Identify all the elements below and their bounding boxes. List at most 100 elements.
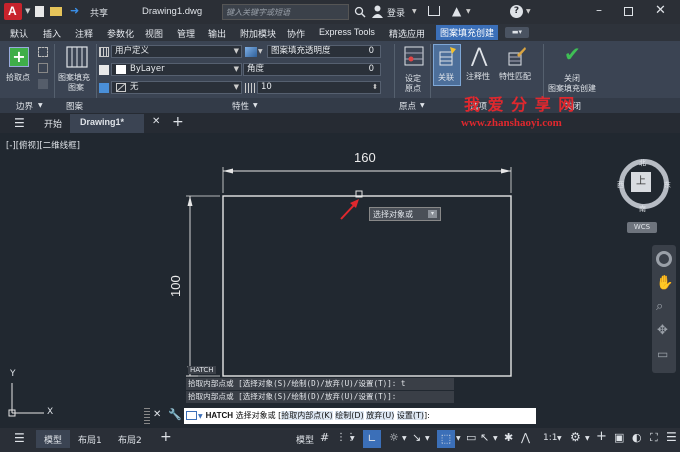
app-menu-icon[interactable]: ☰ [14, 116, 25, 130]
hardware-acceleration-icon[interactable]: ▣ [614, 431, 624, 444]
isolate-objects-icon[interactable]: ◐ [632, 431, 642, 444]
zoom-icon[interactable]: ⌕ [656, 299, 663, 314]
osnap-arrow-icon[interactable]: ▼ [456, 435, 461, 442]
share-button[interactable]: 共享 [90, 6, 108, 19]
command-option-pick[interactable]: 拾取内部点(K) [281, 411, 333, 420]
transparency-toggle-icon[interactable]: ✱ [504, 431, 513, 444]
set-origin-button[interactable]: 设定 原点 [398, 45, 430, 95]
command-option-undo[interactable]: 放弃(U) [366, 411, 395, 420]
tab-featured-apps[interactable]: 精选应用 [389, 27, 425, 40]
tab-express-tools[interactable]: Express Tools [319, 27, 375, 37]
autodesk-a-icon[interactable]: ▲ [452, 4, 461, 18]
customize-command-icon[interactable]: 🔧 [168, 408, 182, 421]
background-color-dropdown[interactable]: 无 ▼ [111, 81, 242, 94]
orbit-icon[interactable]: ✥ [657, 323, 668, 338]
hatch-type-dropdown[interactable]: 用户定义 ▼ [111, 45, 242, 58]
viewcube-east[interactable]: 东 [664, 180, 671, 190]
associative-button[interactable]: 关联 [433, 44, 461, 86]
add-scale-icon[interactable]: + [596, 429, 607, 444]
open-file-icon[interactable] [50, 7, 62, 16]
help-icon[interactable]: ? [510, 5, 523, 18]
recreate-boundary-icon[interactable] [38, 79, 48, 89]
tab-model[interactable]: 模型 [36, 430, 70, 448]
help-arrow-icon[interactable]: ▼ [526, 8, 531, 15]
search-icon[interactable] [354, 6, 366, 18]
steering-wheel-icon[interactable] [656, 251, 672, 267]
arrow-icon[interactable]: ↖ [480, 431, 489, 444]
login-arrow-icon[interactable]: ▼ [412, 8, 417, 15]
viewcube-top-face[interactable]: 上 [631, 172, 651, 192]
isodraft-icon[interactable]: ↘ [412, 431, 421, 444]
tab-start[interactable]: 开始 [44, 117, 62, 130]
tab-layout2[interactable]: 布局2 [118, 433, 142, 446]
isodraft-arrow-icon[interactable]: ▼ [425, 435, 430, 442]
search-box[interactable]: 键入关键字或短语 [222, 4, 349, 20]
arrow-dropdown-icon[interactable]: ▼ [493, 435, 498, 442]
scale-arrow-icon[interactable]: ▼ [557, 435, 562, 442]
clean-screen-icon[interactable]: ⛶ [650, 431, 658, 445]
panel-origin-arrow-icon[interactable]: ▼ [420, 102, 425, 109]
viewcube-south[interactable]: 南 [639, 204, 646, 214]
tab-default[interactable]: 默认 [10, 27, 28, 40]
command-input[interactable]: ▼ HATCH 选择对象或 [拾取内部点(K) 绘制(D) 放弃(U) 设置(T)… [184, 408, 536, 424]
close-tab-icon[interactable]: ✕ [152, 116, 160, 127]
tab-drawing1[interactable]: Drawing1* [70, 114, 144, 133]
share-arrow-icon[interactable]: ➜ [70, 4, 79, 17]
tab-manage[interactable]: 管理 [177, 27, 195, 40]
add-layout-button[interactable]: + [160, 429, 172, 445]
transparency-arrow-icon[interactable]: ▼ [258, 48, 263, 55]
cart-icon[interactable] [428, 6, 440, 16]
annotation-visibility-icon[interactable]: ⋀ [521, 431, 530, 444]
tab-addins[interactable]: 附加模块 [240, 27, 276, 40]
command-recent-arrow-icon[interactable]: ▼ [198, 413, 203, 420]
login-button[interactable]: 登录 [387, 6, 405, 19]
autocad-logo[interactable]: A [4, 3, 22, 20]
viewcube-north[interactable]: 北 [639, 158, 646, 168]
panel-boundary-arrow-icon[interactable]: ▼ [38, 102, 43, 109]
transparency-field[interactable]: 图案填充透明度 0 [267, 45, 381, 58]
new-file-icon[interactable] [35, 6, 44, 17]
viewcube-west[interactable]: 西 [617, 180, 624, 190]
tab-view[interactable]: 视图 [145, 27, 163, 40]
user-icon[interactable] [372, 5, 383, 18]
new-tab-button[interactable]: + [172, 114, 184, 130]
settings-arrow-icon[interactable]: ▼ [585, 435, 590, 442]
select-objects-icon[interactable] [38, 47, 48, 57]
grid-icon[interactable]: # [320, 431, 329, 444]
panel-properties-arrow-icon[interactable]: ▼ [253, 102, 258, 109]
tooltip-dropdown-icon[interactable]: ▾ [428, 210, 437, 218]
command-bar-grip[interactable] [144, 408, 150, 424]
tab-layout1[interactable]: 布局1 [78, 433, 102, 446]
lineweight-icon[interactable]: ▭ [466, 431, 476, 444]
tab-overflow-button[interactable]: ▬▾ [505, 27, 529, 38]
tab-annotate[interactable]: 注释 [75, 27, 93, 40]
close-window-icon[interactable]: ✕ [655, 3, 666, 18]
polar-icon[interactable]: ☼ [389, 431, 399, 444]
hatch-pattern-button[interactable]: 图案填充 图案 [58, 45, 96, 93]
tab-collaborate[interactable]: 协作 [287, 27, 305, 40]
model-space-button[interactable]: 模型 [296, 433, 314, 446]
showmotion-icon[interactable]: ▭ [657, 347, 668, 361]
maximize-icon[interactable] [624, 7, 633, 16]
close-command-icon[interactable]: ✕ [153, 409, 161, 420]
app-menu-arrow-icon[interactable]: ▼ [25, 7, 30, 15]
autodesk-arrow-icon[interactable]: ▼ [466, 8, 471, 15]
search-input[interactable]: 键入关键字或短语 [226, 7, 290, 18]
pick-point-button[interactable]: + 拾取点 [4, 45, 34, 85]
hatch-color-dropdown[interactable]: ByLayer ▼ [111, 63, 242, 76]
drawing-canvas[interactable]: [-][俯视][二维线框] 160 100 HATCH 选择对象或 ▾ 上 北 … [0, 133, 680, 428]
tab-hatch-creation[interactable]: 图案填充创建 [436, 25, 499, 40]
customize-status-icon[interactable]: ☰ [666, 430, 677, 444]
pan-hand-icon[interactable]: ✋ [656, 275, 673, 291]
command-option-settings[interactable]: 设置(T) [396, 411, 425, 420]
layout-menu-icon[interactable]: ☰ [14, 431, 25, 445]
remove-boundary-icon[interactable] [38, 63, 48, 73]
ortho-icon[interactable]: ∟ [363, 430, 381, 448]
match-properties-button[interactable]: 特性匹配 [497, 45, 539, 87]
tab-parametric[interactable]: 参数化 [107, 27, 134, 40]
command-option-draw[interactable]: 绘制(D) [335, 411, 364, 420]
polar-arrow-icon[interactable]: ▼ [402, 435, 407, 442]
tab-insert[interactable]: 插入 [43, 27, 61, 40]
angle-field[interactable]: 角度 0 [243, 63, 381, 76]
close-hatch-button[interactable]: ✔ 关闭 图案填充创建 [546, 42, 602, 95]
